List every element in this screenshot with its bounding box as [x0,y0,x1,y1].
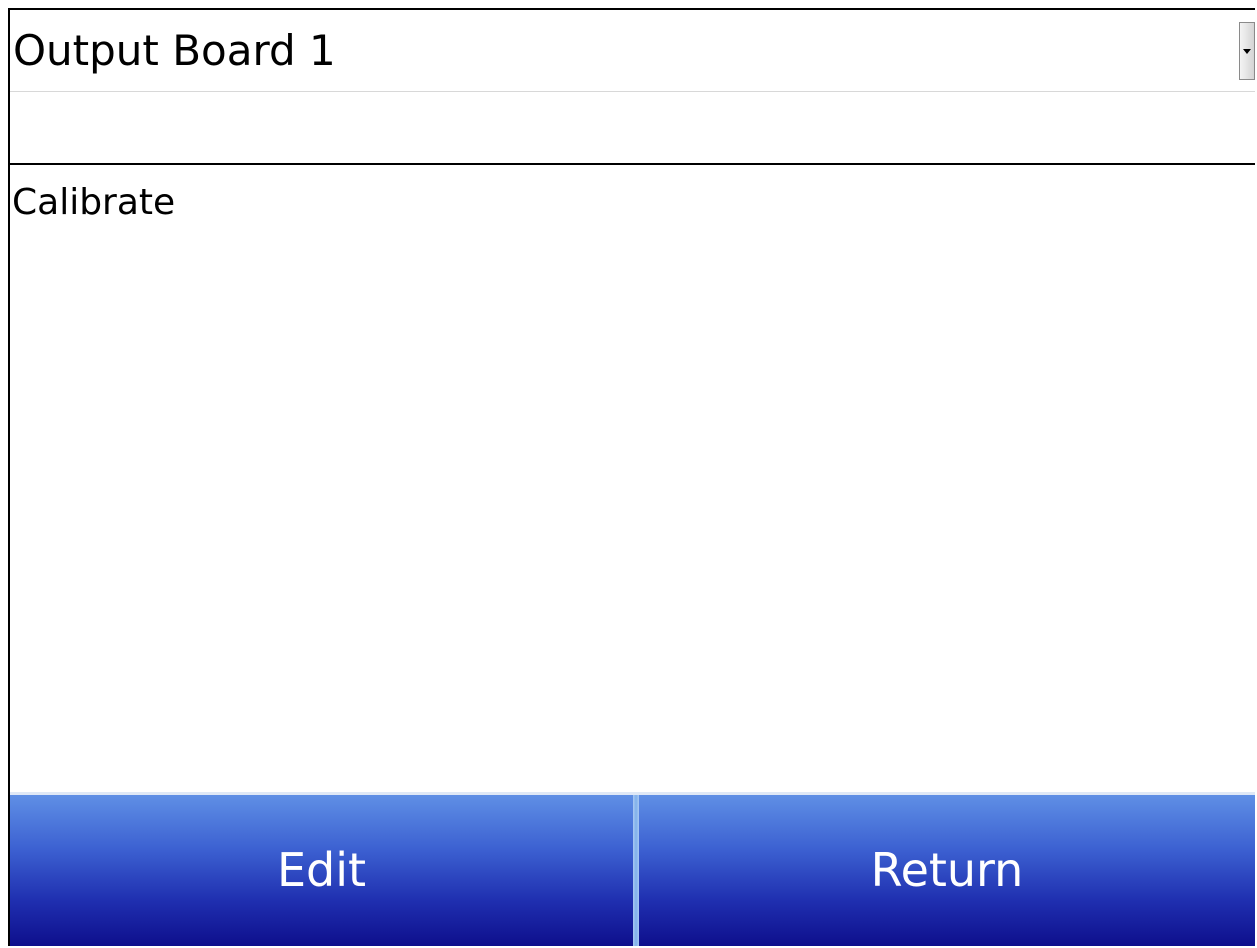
board-select-dropdown[interactable]: Output Board 1 [10,10,1255,92]
list-item-calibrate[interactable]: Calibrate [12,179,175,227]
board-select-value: Output Board 1 [13,26,336,75]
dropdown-arrow-button[interactable] [1239,22,1255,80]
menu-list: Calibrate [10,165,1255,792]
app-window: Output Board 1 Calibrate Edit Return [8,8,1255,946]
empty-header-row [10,92,1255,165]
return-button[interactable]: Return [639,795,1255,946]
bottom-button-bar: Edit Return [10,792,1255,946]
edit-button[interactable]: Edit [10,795,633,946]
chevron-down-icon [1243,49,1251,54]
